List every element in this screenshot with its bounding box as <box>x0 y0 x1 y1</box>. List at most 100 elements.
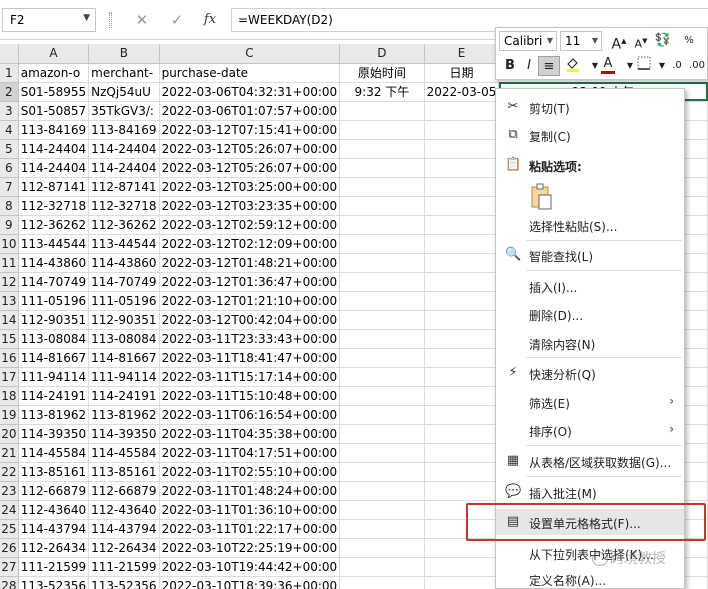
chevron-down-icon[interactable]: ▼ <box>83 13 90 23</box>
cell[interactable] <box>339 538 425 558</box>
cell[interactable]: 113-08084 <box>88 329 160 349</box>
cell[interactable]: 111-94114 <box>88 367 160 387</box>
cell[interactable]: 114-45584 <box>88 443 160 463</box>
cell[interactable]: 2022-03-10T19:44:42+00:00 <box>159 557 341 577</box>
select-all-corner[interactable] <box>0 44 19 64</box>
cell[interactable] <box>339 443 425 463</box>
cell[interactable] <box>424 272 500 292</box>
menu-item-clear-contents[interactable]: 清除内容(N) <box>496 330 684 356</box>
cell[interactable] <box>424 215 500 235</box>
cell[interactable]: 2022-03-06T01:07:57+00:00 <box>159 101 341 121</box>
cell[interactable] <box>339 215 425 235</box>
row-header[interactable]: 12 <box>0 272 19 292</box>
cell[interactable] <box>339 386 425 406</box>
cell[interactable] <box>424 557 500 577</box>
cell[interactable] <box>424 101 500 121</box>
paste-button[interactable] <box>526 182 556 212</box>
cell[interactable] <box>339 272 425 292</box>
cell[interactable] <box>424 234 500 254</box>
cell[interactable]: 111-05196 <box>18 291 90 311</box>
decrease-decimal-button[interactable]: .00 <box>686 56 708 76</box>
row-header[interactable]: 11 <box>0 253 19 273</box>
row-header[interactable]: 21 <box>0 443 19 463</box>
cell[interactable]: 2022-03-12T05:26:07+00:00 <box>159 139 341 159</box>
cell[interactable] <box>424 500 500 520</box>
cell[interactable]: 2022-03-11T01:48:24+00:00 <box>159 481 341 501</box>
cell[interactable]: 112-90351 <box>88 310 160 330</box>
cell[interactable]: 113-52356 <box>88 576 160 589</box>
cell[interactable]: 114-70749 <box>88 272 160 292</box>
cell[interactable]: 113-44544 <box>88 234 160 254</box>
cell[interactable]: 2022-03-10T22:25:19+00:00 <box>159 538 341 558</box>
column-header[interactable]: A <box>18 44 90 64</box>
menu-item-smart-lookup[interactable]: 🔍 智能查找(L) <box>496 242 684 268</box>
cell[interactable]: NzQj54uU <box>88 82 160 102</box>
cell[interactable]: 112-43640 <box>18 500 90 520</box>
cell[interactable] <box>424 348 500 368</box>
currency-format-button[interactable]: 💱 <box>652 31 674 51</box>
cell[interactable] <box>424 405 500 425</box>
cell[interactable]: amazon-o <box>18 63 90 83</box>
cell[interactable]: 114-81667 <box>18 348 90 368</box>
cell[interactable]: 2022-03-12T02:59:12+00:00 <box>159 215 341 235</box>
cell[interactable]: 113-81962 <box>18 405 90 425</box>
column-header[interactable]: B <box>88 44 160 64</box>
cell[interactable]: 2022-03-12T07:15:41+00:00 <box>159 120 341 140</box>
cell[interactable] <box>339 310 425 330</box>
cell[interactable]: 2022-03-11T02:55:10+00:00 <box>159 462 341 482</box>
cell[interactable] <box>339 177 425 197</box>
cell[interactable] <box>339 291 425 311</box>
cell[interactable]: 112-32718 <box>88 196 160 216</box>
cell[interactable] <box>339 481 425 501</box>
font-color-button[interactable]: A <box>597 56 619 76</box>
cell[interactable] <box>339 424 425 444</box>
cell[interactable]: 114-24404 <box>88 139 160 159</box>
cell[interactable]: 2022-03-05 <box>424 82 500 102</box>
cell[interactable]: purchase-date <box>159 63 341 83</box>
cell[interactable] <box>424 253 500 273</box>
cell[interactable]: 113-84169 <box>88 120 160 140</box>
cell[interactable] <box>339 500 425 520</box>
cell[interactable]: 2022-03-11T01:22:17+00:00 <box>159 519 341 539</box>
cell[interactable]: 114-43794 <box>88 519 160 539</box>
cell[interactable]: 112-87141 <box>18 177 90 197</box>
cell[interactable]: 112-43640 <box>88 500 160 520</box>
cell[interactable]: 114-24404 <box>18 139 90 159</box>
cell[interactable]: 112-36262 <box>88 215 160 235</box>
cell[interactable]: 112-26434 <box>18 538 90 558</box>
cell[interactable]: 2022-03-06T04:32:31+00:00 <box>159 82 341 102</box>
cell[interactable] <box>339 576 425 589</box>
cell[interactable] <box>424 177 500 197</box>
cell[interactable]: 113-08084 <box>18 329 90 349</box>
cell[interactable]: 111-94114 <box>18 367 90 387</box>
cell[interactable]: 112-66879 <box>88 481 160 501</box>
cell[interactable] <box>424 139 500 159</box>
cell[interactable]: 2022-03-11T15:17:14+00:00 <box>159 367 341 387</box>
insert-function-button[interactable]: fx <box>199 9 221 31</box>
row-header[interactable]: 17 <box>0 367 19 387</box>
column-header[interactable]: C <box>159 44 341 64</box>
row-header[interactable]: 8 <box>0 196 19 216</box>
cell[interactable]: 2022-03-12T00:42:04+00:00 <box>159 310 341 330</box>
menu-item-get-data[interactable]: ▦ 从表格/区域获取数据(G)... <box>496 448 684 474</box>
cell[interactable]: 日期 <box>424 63 500 83</box>
cell[interactable]: 114-39350 <box>88 424 160 444</box>
cell[interactable] <box>339 120 425 140</box>
cell[interactable]: merchant- <box>88 63 160 83</box>
cell[interactable] <box>424 120 500 140</box>
cell[interactable]: 原始时间 <box>339 63 425 83</box>
cell[interactable]: 112-32718 <box>18 196 90 216</box>
menu-item-filter[interactable]: 筛选(E) › <box>496 389 684 415</box>
cell[interactable] <box>339 234 425 254</box>
row-header[interactable]: 14 <box>0 310 19 330</box>
italic-button[interactable]: I <box>518 56 540 76</box>
cell[interactable] <box>424 291 500 311</box>
row-header[interactable]: 3 <box>0 101 19 121</box>
cell[interactable]: 114-24191 <box>18 386 90 406</box>
cell[interactable] <box>424 519 500 539</box>
cell[interactable]: 2022-03-12T02:12:09+00:00 <box>159 234 341 254</box>
cell[interactable] <box>339 196 425 216</box>
cell[interactable]: 113-84169 <box>18 120 90 140</box>
menu-item-paste-special[interactable]: 选择性粘贴(S)... <box>496 212 684 238</box>
cell[interactable]: 2022-03-12T01:21:10+00:00 <box>159 291 341 311</box>
